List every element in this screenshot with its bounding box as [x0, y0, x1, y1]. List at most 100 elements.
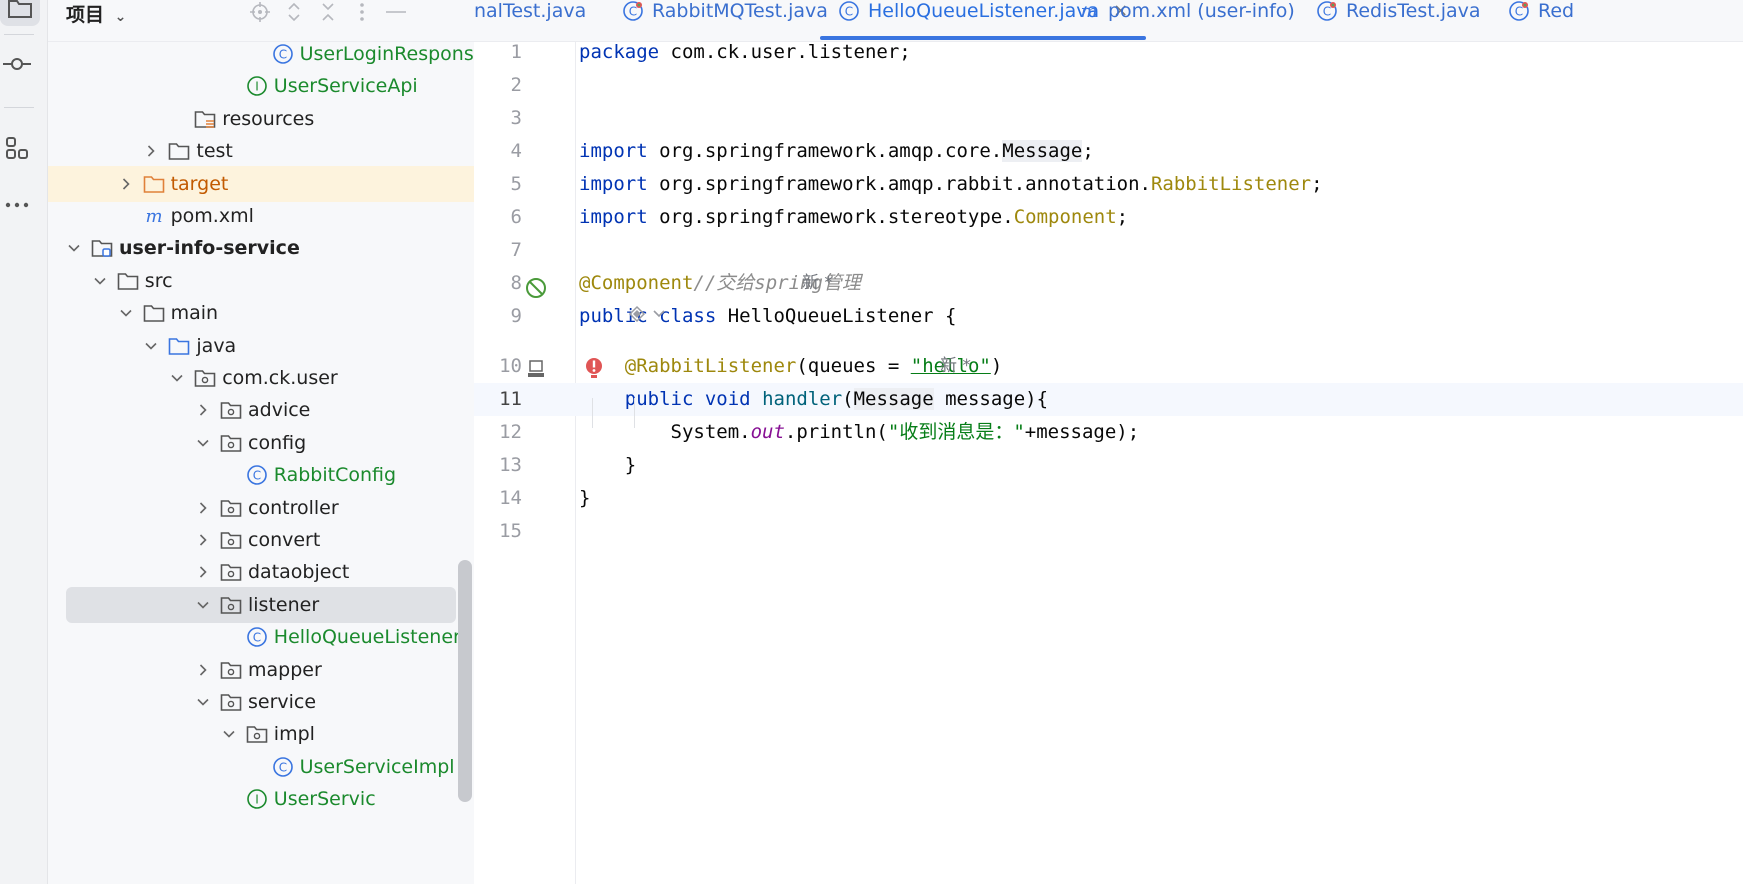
svg-text:I: I: [255, 793, 259, 807]
expand-all-icon[interactable]: [280, 0, 308, 24]
code-line[interactable]: 6 import org.springframework.stereotype.C…: [474, 201, 1743, 234]
chevron-right-icon[interactable]: [142, 142, 160, 160]
tree-item-label: resources: [222, 107, 315, 130]
code-line[interactable]: 3: [474, 102, 1743, 135]
hide-panel-icon[interactable]: [382, 0, 410, 24]
tree-item[interactable]: controller: [48, 490, 474, 526]
chevron-down-icon[interactable]: [117, 304, 135, 322]
chevron-down-icon[interactable]: [220, 725, 238, 743]
tree-item[interactable]: com.ck.user: [48, 360, 474, 396]
code-token: ): [990, 355, 1003, 377]
line-number: 5: [510, 173, 522, 195]
code-line[interactable]: 12 System.out.println("收到消息是："+message);: [474, 416, 1743, 449]
code-line[interactable]: 4 import org.springframework.amqp.core.Me…: [474, 135, 1743, 168]
project-title-label: 项目: [66, 4, 105, 26]
package-icon: [220, 659, 242, 681]
code-line[interactable]: 10 @RabbitListener(queues = "hello") 新 *: [474, 350, 1743, 383]
code-line[interactable]: 1 package com.ck.user.listener;: [474, 36, 1743, 69]
chevron-right-icon[interactable]: [117, 175, 135, 193]
tab-label: pom.xml (user-info): [1108, 0, 1295, 22]
line-number: 4: [510, 140, 522, 162]
tree-item[interactable]: mapper: [48, 652, 474, 688]
code-line[interactable]: 15: [474, 515, 1743, 548]
line-number: 6: [510, 206, 522, 228]
locate-icon[interactable]: [246, 0, 274, 24]
more-icon[interactable]: [0, 185, 34, 225]
chevron-down-icon[interactable]: [65, 239, 83, 257]
tree-item[interactable]: listener: [66, 586, 456, 623]
tree-item[interactable]: src: [48, 263, 474, 299]
svg-text:m: m: [1080, 1, 1097, 21]
package-icon: [220, 529, 242, 551]
code-token: HelloQueueListener {: [716, 305, 957, 327]
code-token: @RabbitListener: [624, 355, 797, 377]
tree-item[interactable]: main: [48, 295, 474, 331]
options-icon[interactable]: [348, 0, 376, 24]
code-line[interactable]: 13 }: [474, 449, 1743, 482]
interface-icon: I: [246, 75, 268, 97]
tree-item[interactable]: I UserServiceApi: [48, 68, 474, 104]
tree-item[interactable]: test: [48, 133, 474, 169]
tree-item[interactable]: config: [48, 425, 474, 461]
tree-item[interactable]: target: [48, 165, 474, 202]
chevron-right-icon[interactable]: [194, 661, 212, 679]
code-line[interactable]: 14}: [474, 482, 1743, 515]
code-line[interactable]: 2: [474, 69, 1743, 102]
chevron-down-icon[interactable]: [168, 369, 186, 387]
intention-bulb-icon[interactable]: [584, 357, 604, 379]
structure-icon[interactable]: [0, 128, 34, 168]
tree-item[interactable]: C HelloQueueListener: [48, 619, 474, 655]
bean-usage-icon[interactable]: [628, 305, 666, 323]
tree-item[interactable]: I UserServic: [48, 781, 474, 817]
chevron-down-icon[interactable]: [194, 434, 212, 452]
package-icon: [220, 594, 242, 616]
code-line[interactable]: 8 @Component//交给spring管理新 *: [474, 267, 1743, 300]
chevron-right-icon[interactable]: [194, 563, 212, 581]
tree-item[interactable]: advice: [48, 392, 474, 428]
code-editor[interactable]: 1 package com.ck.user.listener; 2 3 4 import …: [474, 41, 1743, 884]
tree-item[interactable]: java: [48, 328, 474, 364]
tree-item[interactable]: convert: [48, 522, 474, 558]
chevron-right-icon[interactable]: [194, 499, 212, 517]
tree-item[interactable]: user-info-service: [48, 230, 474, 266]
code-token: Message: [1002, 140, 1083, 162]
bean-icon[interactable]: [524, 276, 548, 300]
author-hint[interactable]: 新 *: [802, 267, 833, 300]
tree-item[interactable]: service: [48, 684, 474, 720]
tree-item[interactable]: C UserLoginResponse: [48, 36, 474, 72]
svg-text:C: C: [845, 5, 853, 19]
collapse-all-icon[interactable]: [314, 0, 342, 24]
tree-item[interactable]: impl: [48, 716, 474, 752]
author-hint[interactable]: 新 *: [940, 350, 971, 383]
project-icon[interactable]: [0, 0, 40, 26]
code-line[interactable]: 5 import org.springframework.amqp.rabbit.…: [474, 168, 1743, 201]
module-icon: [91, 237, 113, 259]
chevron-down-icon[interactable]: [142, 337, 160, 355]
tab-label: HelloQueueListener.java: [868, 0, 1100, 22]
tree-item[interactable]: m pom.xml: [48, 198, 474, 234]
code-line[interactable]: 7: [474, 234, 1743, 267]
tree-item[interactable]: C UserServiceImpl: [48, 749, 474, 785]
code-token: @Component: [579, 272, 694, 294]
project-panel-title[interactable]: 项目 ⌄: [66, 0, 126, 27]
tree-scrollbar[interactable]: [458, 560, 472, 802]
chevron-right-icon[interactable]: [194, 531, 212, 549]
package-icon: [194, 367, 216, 389]
chevron-down-icon[interactable]: [194, 693, 212, 711]
listener-gutter-icon[interactable]: [527, 359, 545, 379]
chevron-right-icon[interactable]: [194, 401, 212, 419]
chevron-down-icon[interactable]: [91, 272, 109, 290]
tree-item[interactable]: C RabbitConfig: [48, 457, 474, 493]
folder-icon: [117, 270, 139, 292]
tree-item[interactable]: resources: [48, 101, 474, 137]
tree-item[interactable]: dataobject: [48, 554, 474, 590]
code-token: message){: [933, 388, 1049, 410]
commit-icon[interactable]: [0, 44, 34, 84]
line-number: 2: [510, 74, 522, 96]
code-line[interactable]: 11 public void handler(Message message){: [474, 383, 1743, 416]
chevron-down-icon[interactable]: [194, 596, 212, 614]
